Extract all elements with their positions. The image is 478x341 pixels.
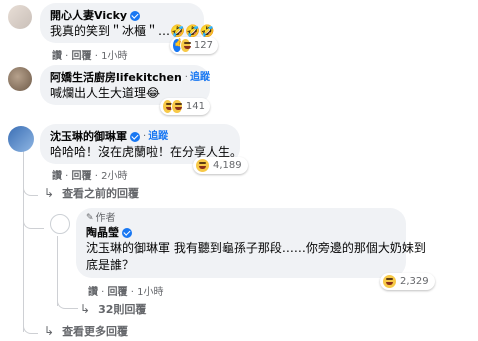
comment-bubble: ✎ 作者 陶晶瑩 沈玉琳的御琳軍 我有聽到龜孫子那段……你旁邊的那個大奶妹到 底… bbox=[76, 208, 426, 278]
comment-text: 沈玉琳的御琳軍 我有聽到龜孫子那段……你旁邊的那個大奶妹到 bbox=[86, 241, 426, 255]
thread-connector bbox=[23, 320, 38, 334]
reaction-summary[interactable]: 4,189 bbox=[193, 157, 248, 174]
avatar[interactable] bbox=[8, 126, 34, 152]
timestamp[interactable]: 2小時 bbox=[101, 171, 127, 182]
follow-button[interactable]: 追蹤 bbox=[148, 129, 168, 144]
view-previous-replies-link[interactable]: ↳ 查看之前的回覆 bbox=[44, 185, 139, 201]
reply-arrow-icon: ↳ bbox=[80, 302, 91, 316]
like-button[interactable]: 讚 bbox=[52, 51, 62, 62]
comment-text-line2: 底是誰？ bbox=[86, 258, 135, 272]
reply-button[interactable]: 回覆 bbox=[72, 171, 92, 182]
thread-connector bbox=[23, 182, 38, 196]
thread-line bbox=[23, 148, 24, 332]
commenter-name[interactable]: 開心人妻Vicky bbox=[50, 8, 127, 23]
view-more-replies-link[interactable]: ↳ 查看更多回覆 bbox=[44, 323, 128, 339]
comment-actions: 讚 · 回覆 · 1小時 bbox=[52, 51, 128, 62]
replies-count-label: 32則回覆 bbox=[98, 303, 147, 316]
comment-actions: 讚 · 回覆 · 1小時 bbox=[88, 287, 164, 298]
like-button[interactable]: 讚 bbox=[52, 171, 62, 182]
reaction-summary[interactable]: 141 bbox=[160, 98, 210, 115]
avatar[interactable] bbox=[50, 214, 70, 234]
commenter-name[interactable]: 陶晶瑩 bbox=[86, 225, 119, 240]
comment-text: 我真的笑到＂冰櫃＂…🤣🤣🤣 bbox=[50, 24, 215, 38]
commenter-name[interactable]: 沈玉琳的御琳軍 bbox=[50, 129, 127, 144]
commenter-name[interactable]: 阿嬌生活廚房lifekitchen bbox=[50, 70, 182, 85]
haha-emoji-icon bbox=[180, 38, 192, 53]
reaction-count: 141 bbox=[185, 101, 205, 112]
timestamp[interactable]: 1小時 bbox=[137, 287, 163, 298]
thread-connector bbox=[23, 210, 44, 229]
avatar[interactable] bbox=[8, 5, 32, 29]
avatar[interactable] bbox=[8, 67, 32, 91]
comment-actions: 讚 · 回覆 · 2小時 bbox=[52, 171, 128, 182]
reply-arrow-icon: ↳ bbox=[44, 186, 55, 200]
reaction-count: 4,189 bbox=[213, 160, 242, 171]
view-more-label: 查看更多回覆 bbox=[62, 325, 129, 338]
reply-button[interactable]: 回覆 bbox=[108, 287, 128, 298]
replies-count-link[interactable]: ↳ 32則回覆 bbox=[80, 301, 146, 317]
reaction-count: 127 bbox=[193, 40, 213, 51]
verified-icon bbox=[130, 131, 140, 142]
author-icon: ✎ bbox=[86, 213, 94, 223]
timestamp[interactable]: 1小時 bbox=[101, 51, 127, 62]
reaction-summary[interactable]: 2,329 bbox=[380, 273, 435, 290]
follow-button[interactable]: 追蹤 bbox=[190, 70, 210, 85]
haha-emoji-icon bbox=[382, 274, 397, 289]
haha-emoji-icon bbox=[171, 99, 183, 114]
haha-emoji-icon bbox=[195, 158, 210, 173]
verified-icon bbox=[130, 10, 141, 21]
author-badge: 作者 bbox=[95, 213, 116, 224]
verified-icon bbox=[122, 227, 132, 238]
reply-button[interactable]: 回覆 bbox=[72, 51, 92, 62]
thread-connector bbox=[57, 296, 78, 309]
like-button[interactable]: 讚 bbox=[88, 287, 98, 298]
reaction-count: 2,329 bbox=[400, 276, 429, 287]
reaction-summary[interactable]: 127 bbox=[170, 37, 218, 54]
view-previous-label: 查看之前的回覆 bbox=[62, 187, 140, 200]
reply-arrow-icon: ↳ bbox=[44, 324, 55, 338]
